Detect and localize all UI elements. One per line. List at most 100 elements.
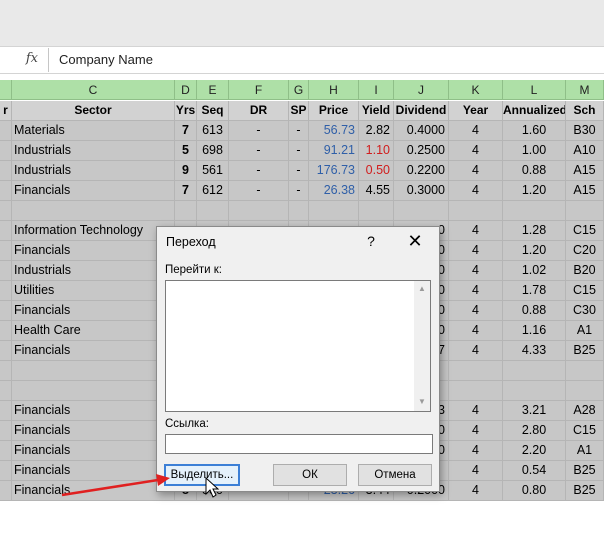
cell-sch[interactable]: A1 [566, 441, 604, 461]
cell-sector[interactable]: Industrials [12, 161, 175, 181]
cell-dr[interactable]: - [229, 141, 289, 161]
cell-seq[interactable]: 612 [197, 181, 229, 201]
scroll-down-icon[interactable]: ▼ [418, 397, 426, 406]
cell-year[interactable]: 4 [449, 441, 503, 461]
cell-dividend[interactable]: 0.3000 [394, 181, 449, 201]
cell-partial[interactable] [0, 301, 12, 321]
cell-year[interactable]: 4 [449, 121, 503, 141]
header-cell-yield[interactable]: Yield [359, 101, 394, 121]
cell-yield[interactable]: 0.50 [359, 161, 394, 181]
cell-price[interactable] [309, 201, 359, 221]
cell-partial[interactable] [0, 221, 12, 241]
cell-sch[interactable]: B30 [566, 121, 604, 141]
header-cell-partial[interactable]: r [0, 101, 12, 121]
cell-sector[interactable]: Materials [12, 121, 175, 141]
cell-year[interactable]: 4 [449, 461, 503, 481]
cell-year[interactable] [449, 381, 503, 401]
cell-annualized[interactable]: 2.80 [503, 421, 566, 441]
cell-partial[interactable] [0, 341, 12, 361]
column-header-H[interactable]: H [309, 80, 359, 100]
cell-sector[interactable] [12, 201, 175, 221]
cell-sch[interactable]: C15 [566, 421, 604, 441]
cell-sch[interactable]: C15 [566, 281, 604, 301]
cell-yrs[interactable]: 7 [175, 181, 197, 201]
header-cell-price[interactable]: Price [309, 101, 359, 121]
cell-partial[interactable] [0, 241, 12, 261]
cell-year[interactable]: 4 [449, 261, 503, 281]
cell-seq[interactable]: 698 [197, 141, 229, 161]
cell-sector[interactable]: Financials [12, 401, 175, 421]
column-header-D[interactable]: D [175, 80, 197, 100]
column-header-F[interactable]: F [229, 80, 289, 100]
cell-year[interactable] [449, 201, 503, 221]
cell-dividend[interactable]: 0.4000 [394, 121, 449, 141]
cell-sector[interactable]: Industrials [12, 261, 175, 281]
help-icon[interactable]: ? [361, 230, 381, 252]
cell-sch[interactable]: A28 [566, 401, 604, 421]
cell-sector[interactable]: Industrials [12, 141, 175, 161]
cell-year[interactable]: 4 [449, 281, 503, 301]
header-cell-sp[interactable]: SP [289, 101, 309, 121]
cell-partial[interactable] [0, 441, 12, 461]
cell-partial[interactable] [0, 281, 12, 301]
cell-partial[interactable] [0, 421, 12, 441]
cell-yrs[interactable]: 5 [175, 141, 197, 161]
reference-input[interactable] [165, 434, 433, 454]
cell-annualized[interactable]: 1.20 [503, 241, 566, 261]
cell-sector[interactable]: Financials [12, 481, 175, 501]
cell-sch[interactable] [566, 361, 604, 381]
cell-partial[interactable] [0, 181, 12, 201]
cell-yield[interactable] [359, 201, 394, 221]
cell-sp[interactable]: - [289, 181, 309, 201]
cell-year[interactable]: 4 [449, 241, 503, 261]
cell-sector[interactable] [12, 361, 175, 381]
cell-sch[interactable]: B20 [566, 261, 604, 281]
column-header-E[interactable]: E [197, 80, 229, 100]
cell-partial[interactable] [0, 321, 12, 341]
cell-yield[interactable]: 2.82 [359, 121, 394, 141]
cell-partial[interactable] [0, 401, 12, 421]
cell-dividend[interactable]: 0.2500 [394, 141, 449, 161]
function-icon[interactable]: fx [0, 47, 48, 73]
cell-sector[interactable]: Financials [12, 421, 175, 441]
cell-year[interactable] [449, 361, 503, 381]
header-cell-sector[interactable]: Sector [12, 101, 175, 121]
cell-sch[interactable] [566, 381, 604, 401]
cell-price[interactable]: 56.73 [309, 121, 359, 141]
cell-annualized[interactable]: 1.02 [503, 261, 566, 281]
column-header-J[interactable]: J [394, 80, 449, 100]
cell-year[interactable]: 4 [449, 181, 503, 201]
cell-year[interactable]: 4 [449, 221, 503, 241]
cell-year[interactable]: 4 [449, 341, 503, 361]
cell-sp[interactable]: - [289, 141, 309, 161]
cell-yield[interactable]: 4.55 [359, 181, 394, 201]
cell-annualized[interactable] [503, 361, 566, 381]
scroll-up-icon[interactable]: ▲ [418, 284, 426, 293]
cell-annualized[interactable]: 0.88 [503, 161, 566, 181]
cell-partial[interactable] [0, 141, 12, 161]
cell-sch[interactable]: B25 [566, 481, 604, 501]
cell-annualized[interactable]: 0.88 [503, 301, 566, 321]
cell-annualized[interactable]: 2.20 [503, 441, 566, 461]
cell-sector[interactable]: Financials [12, 301, 175, 321]
cell-dr[interactable]: - [229, 181, 289, 201]
cell-sector[interactable]: Information Technology [12, 221, 175, 241]
cell-seq[interactable] [197, 201, 229, 221]
cell-yrs[interactable]: 7 [175, 121, 197, 141]
column-header-G[interactable]: G [289, 80, 309, 100]
header-cell-annualized[interactable]: Annualized [503, 101, 566, 121]
cancel-button[interactable]: Отмена [358, 464, 432, 486]
cell-seq[interactable]: 613 [197, 121, 229, 141]
cell-dividend[interactable] [394, 201, 449, 221]
cell-annualized[interactable]: 1.20 [503, 181, 566, 201]
header-cell-dividend[interactable]: Dividend [394, 101, 449, 121]
cell-seq[interactable]: 561 [197, 161, 229, 181]
list-scrollbar[interactable]: ▲ ▼ [414, 281, 430, 411]
cell-annualized[interactable]: 0.80 [503, 481, 566, 501]
cell-sch[interactable]: B25 [566, 341, 604, 361]
cell-year[interactable]: 4 [449, 141, 503, 161]
cell-sch[interactable]: C15 [566, 221, 604, 241]
cell-year[interactable]: 4 [449, 401, 503, 421]
cell-sector[interactable]: Financials [12, 461, 175, 481]
cell-partial[interactable] [0, 201, 12, 221]
